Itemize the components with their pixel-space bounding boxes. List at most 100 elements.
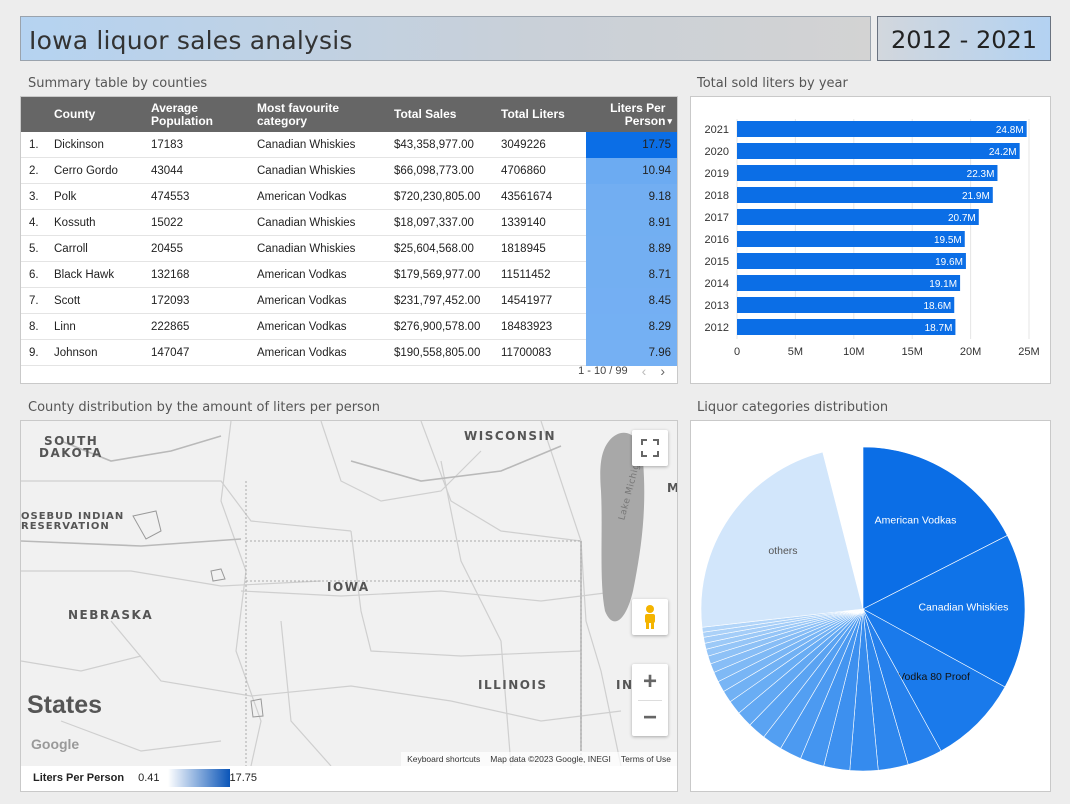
liters-per-person-cell: 10.94	[586, 158, 677, 184]
google-logo: Google	[31, 736, 80, 752]
date-range-box[interactable]: 2012 - 2021	[877, 16, 1051, 61]
map-title: County distribution by the amount of lit…	[28, 400, 381, 415]
liters-cell: 4706860	[501, 165, 546, 177]
population-cell: 172093	[151, 295, 190, 307]
population-cell: 15022	[151, 217, 183, 229]
liters-cell: 1818945	[501, 243, 546, 255]
sales-cell: $231,797,452.00	[394, 295, 481, 307]
legend-min: 0.41	[138, 772, 160, 784]
county-cell: Kossuth	[54, 217, 96, 229]
table-row[interactable]: 7. Scott 172093 American Vodkas $231,797,452…	[21, 288, 677, 314]
map-label-nebraska: NEBRASKA	[68, 608, 154, 622]
table-row[interactable]: 1. Dickinson 17183 Canadian Whiskies $43,358…	[21, 132, 677, 158]
table-row[interactable]: 3. Polk 474553 American Vodkas $720,230,805.…	[21, 184, 677, 210]
bar[interactable]	[737, 143, 1020, 159]
sales-cell: $25,604,568.00	[394, 243, 474, 255]
dashboard-title-box: Iowa liquor sales analysis	[20, 16, 871, 61]
zoom-in-icon[interactable]: +	[643, 664, 657, 700]
bar[interactable]	[737, 165, 998, 181]
liters-per-person-cell: 8.71	[586, 262, 677, 288]
y-tick-label: 2013	[705, 300, 729, 312]
table-row[interactable]: 2. Cerro Gordo 43044 Canadian Whiskies $66,0…	[21, 158, 677, 184]
col-favourite-category[interactable]: Most favourite category	[257, 97, 367, 132]
fullscreen-button[interactable]	[632, 430, 668, 466]
col-total-liters[interactable]: Total Liters	[501, 97, 565, 132]
county-cell: Cerro Gordo	[54, 165, 118, 177]
bar-value-label: 24.8M	[996, 125, 1024, 136]
table-row[interactable]: 4. Kossuth 15022 Canadian Whiskies $18,097,3…	[21, 210, 677, 236]
county-cell: Johnson	[54, 347, 98, 359]
bar[interactable]	[737, 187, 993, 203]
bar-chart-title: Total sold liters by year	[697, 76, 848, 91]
category-cell: Canadian Whiskies	[257, 139, 356, 151]
bar-value-label: 19.6M	[935, 257, 963, 268]
category-cell: American Vodkas	[257, 347, 347, 359]
map-label-michigan: M	[667, 481, 677, 495]
zoom-out-icon[interactable]: −	[643, 701, 657, 736]
y-tick-label: 2018	[705, 190, 729, 202]
bar[interactable]	[737, 253, 966, 269]
map-label-iowa: IOWA	[327, 580, 370, 594]
y-tick-label: 2014	[705, 278, 729, 290]
row-number: 8.	[29, 321, 39, 333]
table-row[interactable]: 6. Black Hawk 132168 American Vodkas $179,56…	[21, 262, 677, 288]
population-cell: 147047	[151, 347, 190, 359]
bar[interactable]	[737, 121, 1027, 137]
map-panel: SOUTH DAKOTA WISCONSIN OSEBUD INDIAN RES…	[20, 420, 678, 792]
county-cell: Dickinson	[54, 139, 104, 151]
map-data-credit: Map data ©2023 Google, INEGI	[490, 754, 611, 764]
y-tick-label: 2019	[705, 168, 729, 180]
x-tick-label: 10M	[843, 346, 864, 358]
row-number: 7.	[29, 295, 39, 307]
bar[interactable]	[737, 231, 965, 247]
liters-by-year-chart: 0 5M 10M 15M 20M 25M 2021 24.8M 2020 24.2M 2019 22.…	[705, 119, 1040, 358]
y-tick-label: 2012	[705, 322, 729, 334]
y-tick-label: 2015	[705, 256, 729, 268]
table-row[interactable]: 8. Linn 222865 American Vodkas $276,900,578.…	[21, 314, 677, 340]
category-cell: American Vodkas	[257, 295, 347, 307]
keyboard-shortcuts-link[interactable]: Keyboard shortcuts	[407, 754, 480, 764]
sales-cell: $276,900,578.00	[394, 321, 481, 333]
population-cell: 20455	[151, 243, 183, 255]
y-tick-label: 2021	[705, 124, 729, 136]
liters-cell: 18483923	[501, 321, 553, 333]
row-number: 9.	[29, 347, 39, 359]
legend-gradient	[167, 769, 230, 787]
map-legend: Liters Per Person 0.41 17.75	[33, 769, 257, 787]
summary-table-title: Summary table by counties	[28, 76, 208, 91]
table-pager: 1 - 10 / 99 ‹ ›	[578, 363, 665, 379]
pager-range: 1 - 10 / 99	[578, 365, 628, 377]
bar[interactable]	[737, 297, 955, 313]
county-cell: Carroll	[54, 243, 88, 255]
col-avg-population[interactable]: Average Population	[151, 97, 231, 132]
terms-of-use-link[interactable]: Terms of Use	[621, 754, 671, 764]
population-cell: 17183	[151, 139, 183, 151]
x-tick-label: 20M	[960, 346, 981, 358]
row-number: 4.	[29, 217, 39, 229]
col-liters-per-person[interactable]: Liters Per Person ▾	[607, 97, 672, 132]
y-tick-label: 2020	[705, 146, 729, 158]
pie-slice-label: others	[768, 545, 797, 557]
county-map[interactable]: SOUTH DAKOTA WISCONSIN OSEBUD INDIAN RES…	[21, 421, 677, 766]
pie-slice[interactable]	[700, 451, 864, 628]
row-number: 6.	[29, 269, 39, 281]
sort-desc-icon: ▾	[667, 116, 672, 126]
dashboard-title: Iowa liquor sales analysis	[29, 26, 353, 55]
col-county[interactable]: County	[54, 97, 95, 132]
category-cell: Canadian Whiskies	[257, 217, 356, 229]
liters-per-person-cell: 8.91	[586, 210, 677, 236]
category-cell: American Vodkas	[257, 321, 347, 333]
map-label-wisconsin: WISCONSIN	[464, 429, 557, 443]
chevron-left-icon[interactable]: ‹	[642, 363, 647, 379]
y-tick-label: 2016	[705, 234, 729, 246]
pegman-button[interactable]	[632, 599, 668, 635]
category-cell: Canadian Whiskies	[257, 243, 356, 255]
bar[interactable]	[737, 275, 961, 291]
col-total-sales[interactable]: Total Sales	[394, 97, 456, 132]
population-cell: 474553	[151, 191, 190, 203]
bar[interactable]	[737, 319, 956, 335]
chevron-right-icon[interactable]: ›	[660, 363, 665, 379]
table-row[interactable]: 5. Carroll 20455 Canadian Whiskies $25,604,5…	[21, 236, 677, 262]
bar-value-label: 20.7M	[948, 213, 976, 224]
bar[interactable]	[737, 209, 979, 225]
